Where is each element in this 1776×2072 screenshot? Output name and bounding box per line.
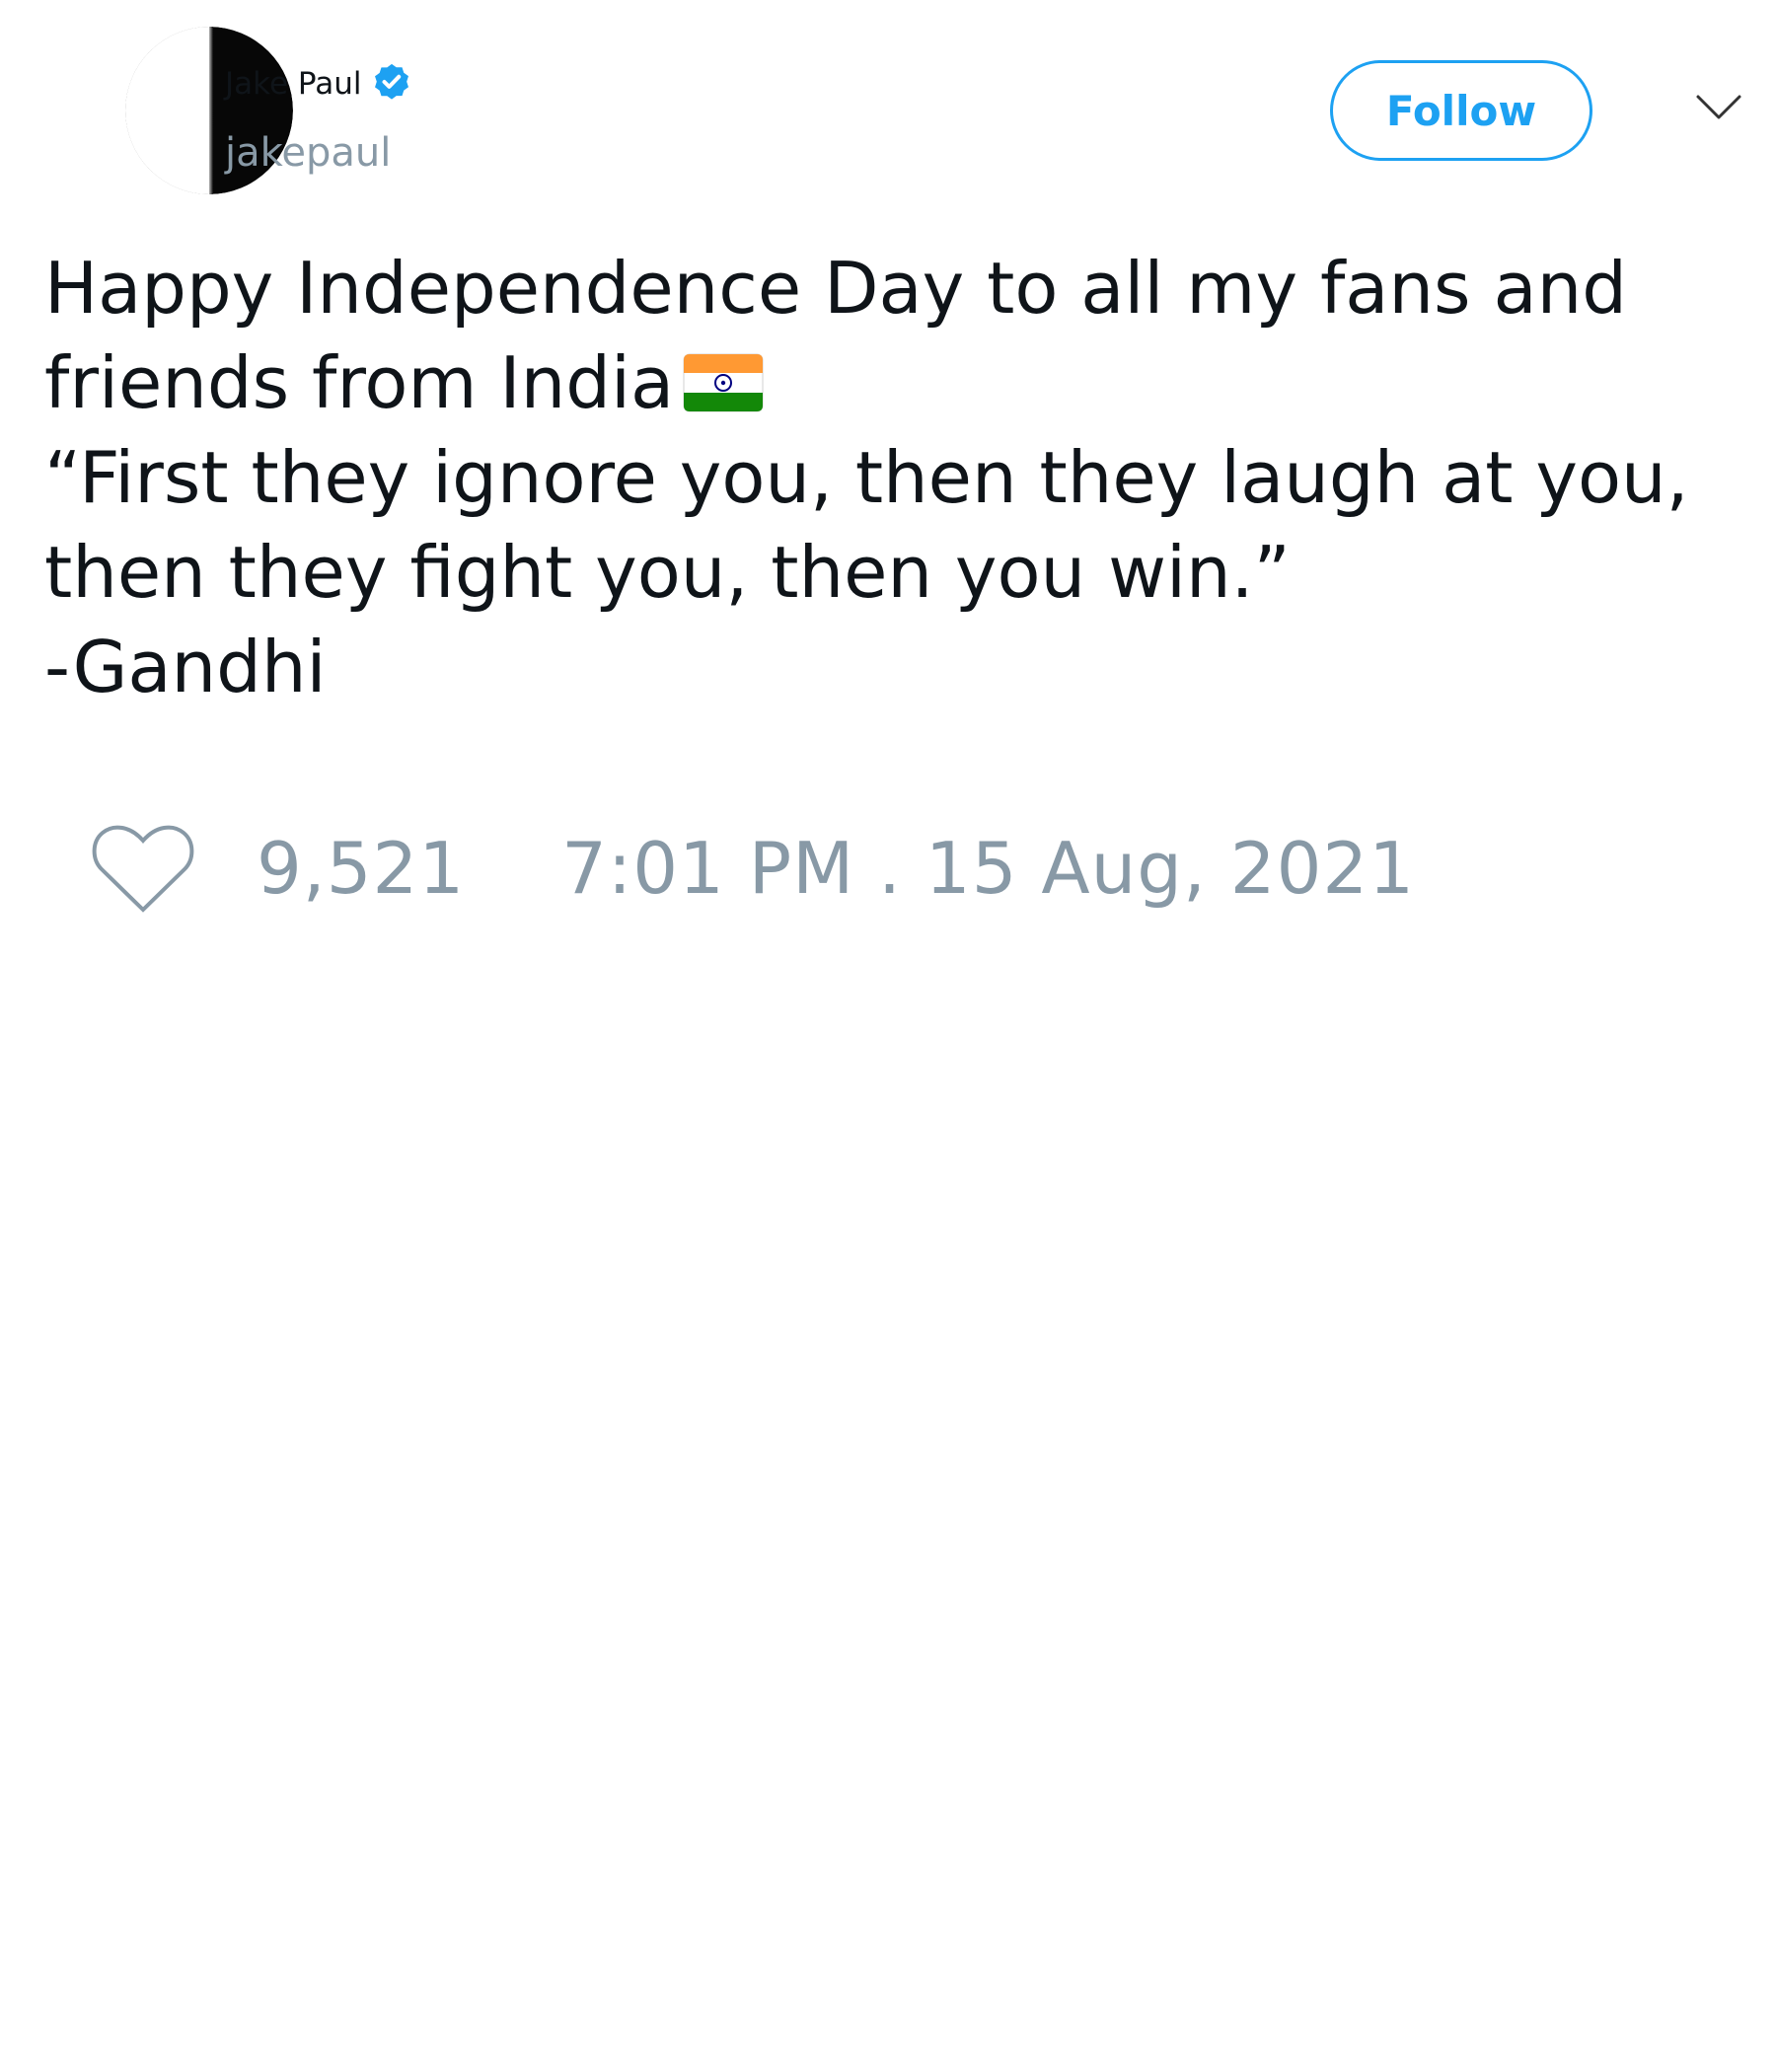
like-count: 9,521: [257, 827, 466, 910]
verified-badge-icon: [375, 63, 409, 100]
chevron-down-icon[interactable]: [1695, 93, 1742, 122]
author-handle[interactable]: jakepaul: [225, 125, 391, 181]
author-display-name[interactable]: Jake Paul: [225, 62, 361, 106]
tweet-line: then they fight you, then you win.”: [44, 531, 1291, 614]
avatar-edge: [209, 27, 213, 194]
india-flag-icon: [683, 353, 764, 412]
tweet-timestamp[interactable]: 7:01 PM . 15 Aug, 2021: [561, 821, 1415, 916]
author-name-row: Jake Paul: [225, 61, 414, 107]
tweet-line: -Gandhi: [44, 626, 327, 708]
heart-icon[interactable]: [91, 821, 195, 916]
tweet-line: friends from India: [44, 341, 675, 424]
avatar-background: [125, 27, 209, 194]
tweet-text: Happy Independence Day to all my fans an…: [44, 241, 1722, 714]
tweet-line: Happy Independence Day to all my fans an…: [44, 247, 1627, 330]
tweet-footer: 9,521 7:01 PM . 15 Aug, 2021: [91, 819, 1415, 918]
tweet-line-with-flag: friends from India: [44, 335, 1722, 430]
tweet-line: “First they ignore you, then they laugh …: [44, 436, 1689, 519]
follow-button[interactable]: Follow: [1330, 60, 1592, 161]
